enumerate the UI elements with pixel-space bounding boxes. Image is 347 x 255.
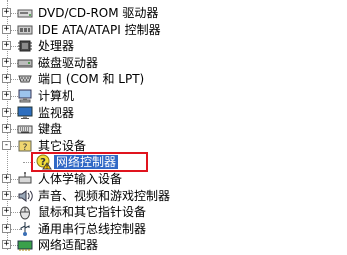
computer-icon — [18, 89, 32, 103]
processor-icon — [18, 40, 32, 52]
expand-toggle[interactable]: + — [2, 74, 11, 83]
expand-toggle[interactable]: + — [2, 174, 11, 183]
tree-node-label: 处理器 — [38, 39, 75, 53]
tree-node-label: 端口 (COM 和 LPT) — [38, 72, 145, 86]
keyboard-icon — [17, 125, 33, 134]
expand-toggle[interactable]: + — [2, 8, 11, 17]
expand-toggle[interactable]: + — [2, 41, 11, 50]
tree-node-label: 鼠标和其它指针设备 — [38, 205, 147, 219]
tree-node-label: DVD/CD-ROM 驱动器 — [38, 6, 159, 20]
expand-toggle[interactable]: + — [2, 191, 11, 200]
tree-node-label: 声音、视频和游戏控制器 — [38, 189, 171, 203]
expand-toggle[interactable]: + — [2, 108, 11, 117]
tree-node-network-adapter[interactable]: + 网络适配器 — [0, 235, 347, 255]
expand-toggle[interactable]: + — [2, 25, 11, 34]
tree-node-label: 磁盘驱动器 — [38, 56, 99, 70]
tree-node-label: 人体学输入设备 — [38, 172, 123, 186]
collapse-toggle[interactable]: - — [2, 141, 11, 150]
mouse-icon — [20, 206, 30, 220]
tree-node-label: IDE ATA/ATAPI 控制器 — [38, 23, 161, 37]
device-tree: + DVD/CD-ROM 驱动器 + IDE ATA/ATAPI 控制器 + 处… — [0, 0, 347, 252]
expand-toggle[interactable]: + — [2, 58, 11, 67]
highlight-box — [31, 152, 148, 172]
tree-node-label: 键盘 — [38, 122, 63, 136]
hid-icon — [18, 172, 32, 184]
expand-toggle[interactable]: + — [2, 240, 11, 249]
tree-node-label: 计算机 — [38, 89, 75, 103]
network-adapter-icon — [17, 240, 33, 251]
expand-toggle[interactable]: + — [2, 124, 11, 133]
tree-node-label: 通用串行总线控制器 — [38, 222, 147, 236]
dvd-drive-icon — [17, 9, 33, 18]
expand-toggle[interactable]: + — [2, 207, 11, 216]
expand-toggle[interactable]: + — [2, 91, 11, 100]
port-icon — [18, 75, 32, 83]
tree-node-label: 其它设备 — [38, 139, 87, 153]
expand-toggle[interactable]: + — [2, 224, 11, 233]
tree-node-label: 监视器 — [38, 106, 75, 120]
